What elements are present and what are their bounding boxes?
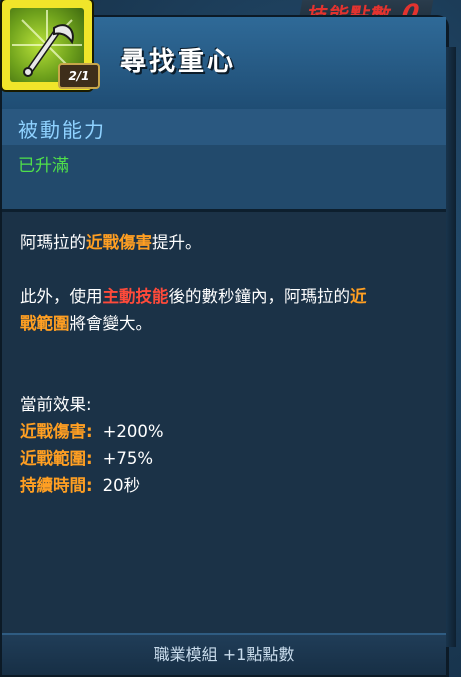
effects-heading: 當前效果: — [20, 395, 92, 414]
effect-value: 20秒 — [102, 476, 141, 495]
class-mod-bonus-text: 職業模組 +1點點數 — [153, 645, 295, 664]
desc-highlight: 戰範圍 — [20, 314, 70, 333]
effect-row: 近戰範圍: +75% — [20, 445, 432, 472]
desc-highlight: 近戰傷害 — [86, 233, 152, 252]
tooltip-footer: 職業模組 +1點點數 — [2, 633, 446, 675]
skill-status-label: 已升滿 — [18, 156, 69, 176]
effect-name: 近戰傷害: — [20, 422, 93, 441]
effect-name: 近戰範圍: — [20, 449, 93, 468]
skill-rank-badge: 2/1 — [58, 63, 100, 89]
skill-icon-frame[interactable]: 2/1 — [2, 0, 100, 90]
skill-type-label: 被動能力 — [18, 118, 106, 142]
skill-title: 尋找重心 — [120, 47, 237, 77]
effect-name: 持續時間: — [20, 476, 93, 495]
skill-description: 阿瑪拉的近戰傷害提升。 此外，使用主動技能後的數秒鐘內，阿瑪拉的近戰範圍將會變大… — [20, 229, 432, 499]
desc-text: 此外，使用 — [20, 287, 103, 306]
skill-tooltip-panel: 尋找重心 被動能力 已升滿 阿瑪拉的近戰傷害提升。 此外，使用主動技能後的數秒鐘… — [0, 15, 456, 677]
desc-text: 阿瑪拉的 — [20, 233, 86, 252]
effect-value: +75% — [102, 449, 154, 468]
desc-highlight: 近 — [350, 287, 367, 306]
desc-line-1: 阿瑪拉的近戰傷害提升。 — [20, 229, 432, 256]
desc-line-2: 此外，使用主動技能後的數秒鐘內，阿瑪拉的近戰範圍將會變大。 — [20, 283, 432, 337]
effect-row: 持續時間: 20秒 — [20, 472, 432, 499]
desc-text: 提升。 — [152, 233, 202, 252]
desc-active-skill-highlight: 主動技能 — [102, 287, 169, 306]
desc-text: 將會變大。 — [69, 314, 153, 333]
effect-value: +200% — [102, 422, 164, 441]
skill-status-row: 已升滿 — [2, 145, 446, 212]
effect-row: 近戰傷害: +200% — [20, 418, 432, 445]
skill-type-row: 被動能力 — [2, 109, 446, 147]
desc-text: 後的數秒鐘內，阿瑪拉的 — [168, 287, 351, 306]
